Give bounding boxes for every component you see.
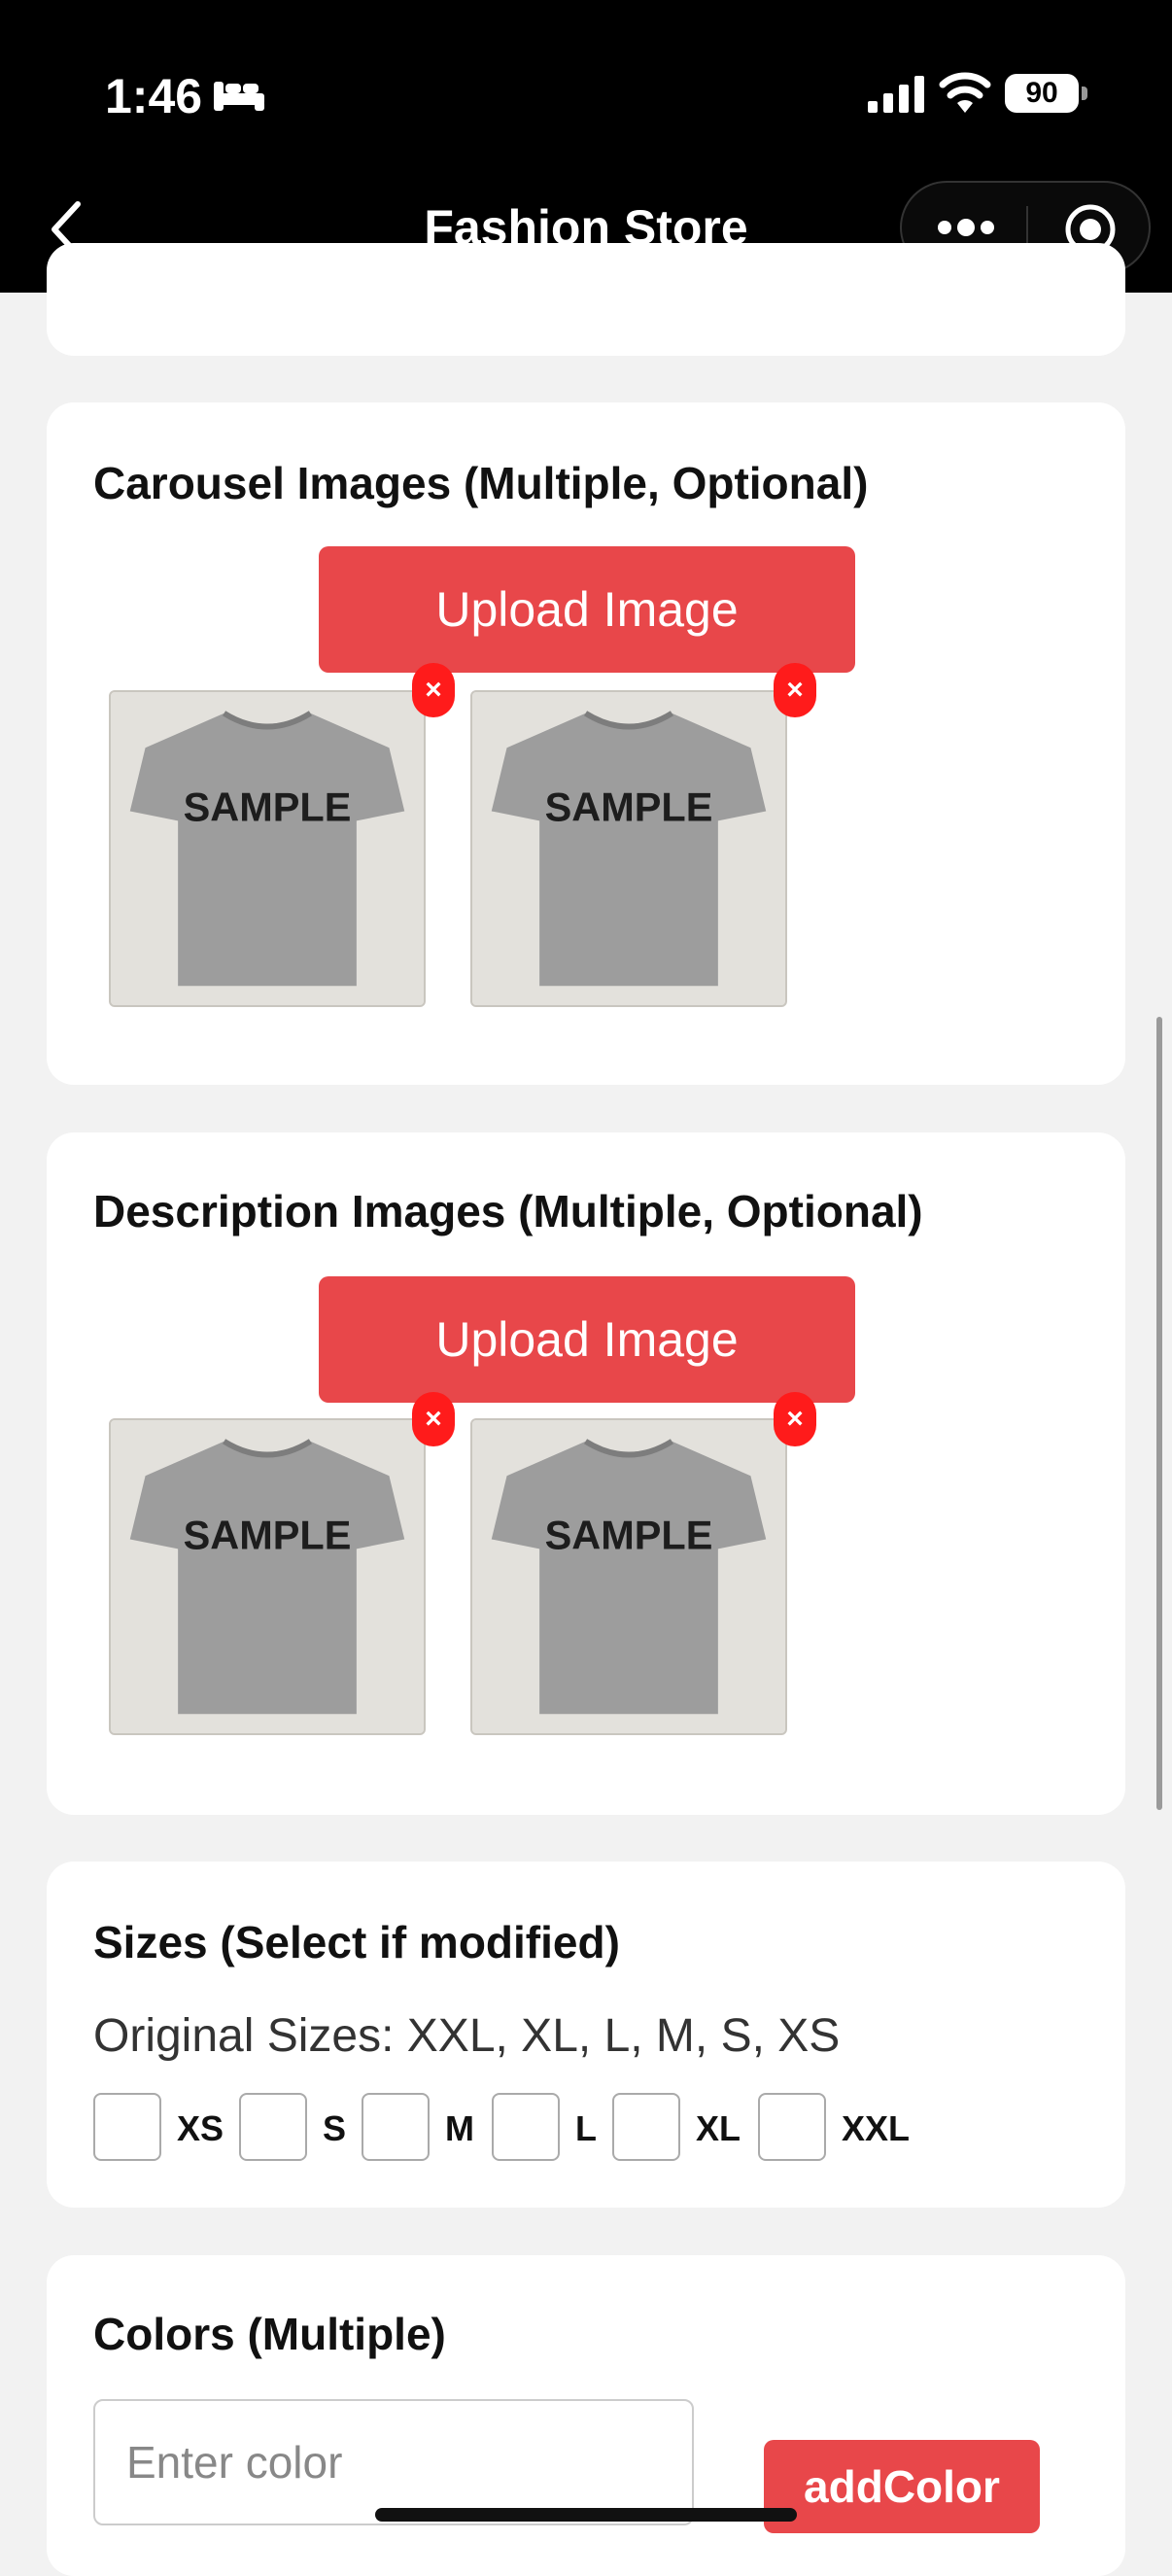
more-dots-icon[interactable] (935, 212, 997, 243)
original-sizes-text: Original Sizes: XXL, XL, L, M, S, XS (93, 2010, 841, 2062)
color-input[interactable]: Enter color (93, 2399, 694, 2525)
size-label-m: M (445, 2108, 474, 2148)
home-indicator (375, 2508, 797, 2522)
wifi-icon (939, 72, 991, 113)
carousel-upload-button[interactable]: Upload Image (319, 546, 855, 673)
description-images-card: Description Images (Multiple, Optional) … (47, 1132, 1125, 1815)
size-checkbox-m[interactable] (362, 2093, 430, 2161)
scrollbar[interactable] (1156, 1017, 1162, 1810)
tshirt-image: SAMPLE (472, 692, 785, 1005)
size-label-xs: XS (177, 2108, 224, 2148)
tshirt-text: SAMPLE (184, 1512, 352, 1557)
size-label-l: L (575, 2108, 597, 2148)
carousel-images-title: Carousel Images (Multiple, Optional) (93, 458, 869, 508)
size-checkbox-xxl[interactable] (758, 2093, 826, 2161)
delete-image-button[interactable]: × (774, 1392, 816, 1446)
sizes-title: Sizes (Select if modified) (93, 1917, 620, 1967)
size-checkbox-xl[interactable] (612, 2093, 680, 2161)
description-image-thumbnail[interactable]: SAMPLE (470, 1418, 787, 1735)
bed-icon (214, 82, 264, 111)
size-label-xl: XL (696, 2108, 741, 2148)
description-upload-button[interactable]: Upload Image (319, 1276, 855, 1403)
sizes-card: Sizes (Select if modified) Original Size… (47, 1862, 1125, 2208)
description-images-title: Description Images (Multiple, Optional) (93, 1186, 923, 1236)
carousel-images-card: Carousel Images (Multiple, Optional) Upl… (47, 402, 1125, 1085)
description-image-thumbnail[interactable]: SAMPLE (109, 1418, 426, 1735)
previous-card (47, 243, 1125, 356)
add-color-button[interactable]: addColor (764, 2440, 1040, 2533)
size-checkbox-l[interactable] (492, 2093, 560, 2161)
carousel-image-thumbnail[interactable]: SAMPLE (470, 690, 787, 1007)
carousel-image-thumbnail[interactable]: SAMPLE (109, 690, 426, 1007)
delete-image-button[interactable]: × (412, 1392, 455, 1446)
size-checkbox-xs[interactable] (93, 2093, 161, 2161)
status-time: 1:46 (105, 69, 203, 123)
battery-icon: 90 (1005, 74, 1088, 115)
colors-card: Colors (Multiple) Enter color addColor (47, 2255, 1125, 2576)
tshirt-image: SAMPLE (111, 1420, 424, 1733)
tshirt-text: SAMPLE (184, 783, 352, 829)
tshirt-image: SAMPLE (472, 1420, 785, 1733)
tshirt-text: SAMPLE (545, 783, 713, 829)
delete-image-button[interactable]: × (774, 663, 816, 717)
size-label-s: S (323, 2108, 347, 2148)
signal-icon (868, 76, 924, 113)
delete-image-button[interactable]: × (412, 663, 455, 717)
size-checkbox-s[interactable] (239, 2093, 307, 2161)
size-label-xxl: XXL (842, 2108, 911, 2148)
tshirt-text: SAMPLE (545, 1512, 713, 1557)
colors-title: Colors (Multiple) (93, 2309, 446, 2359)
battery-level: 90 (1005, 74, 1079, 113)
tshirt-image: SAMPLE (111, 692, 424, 1005)
